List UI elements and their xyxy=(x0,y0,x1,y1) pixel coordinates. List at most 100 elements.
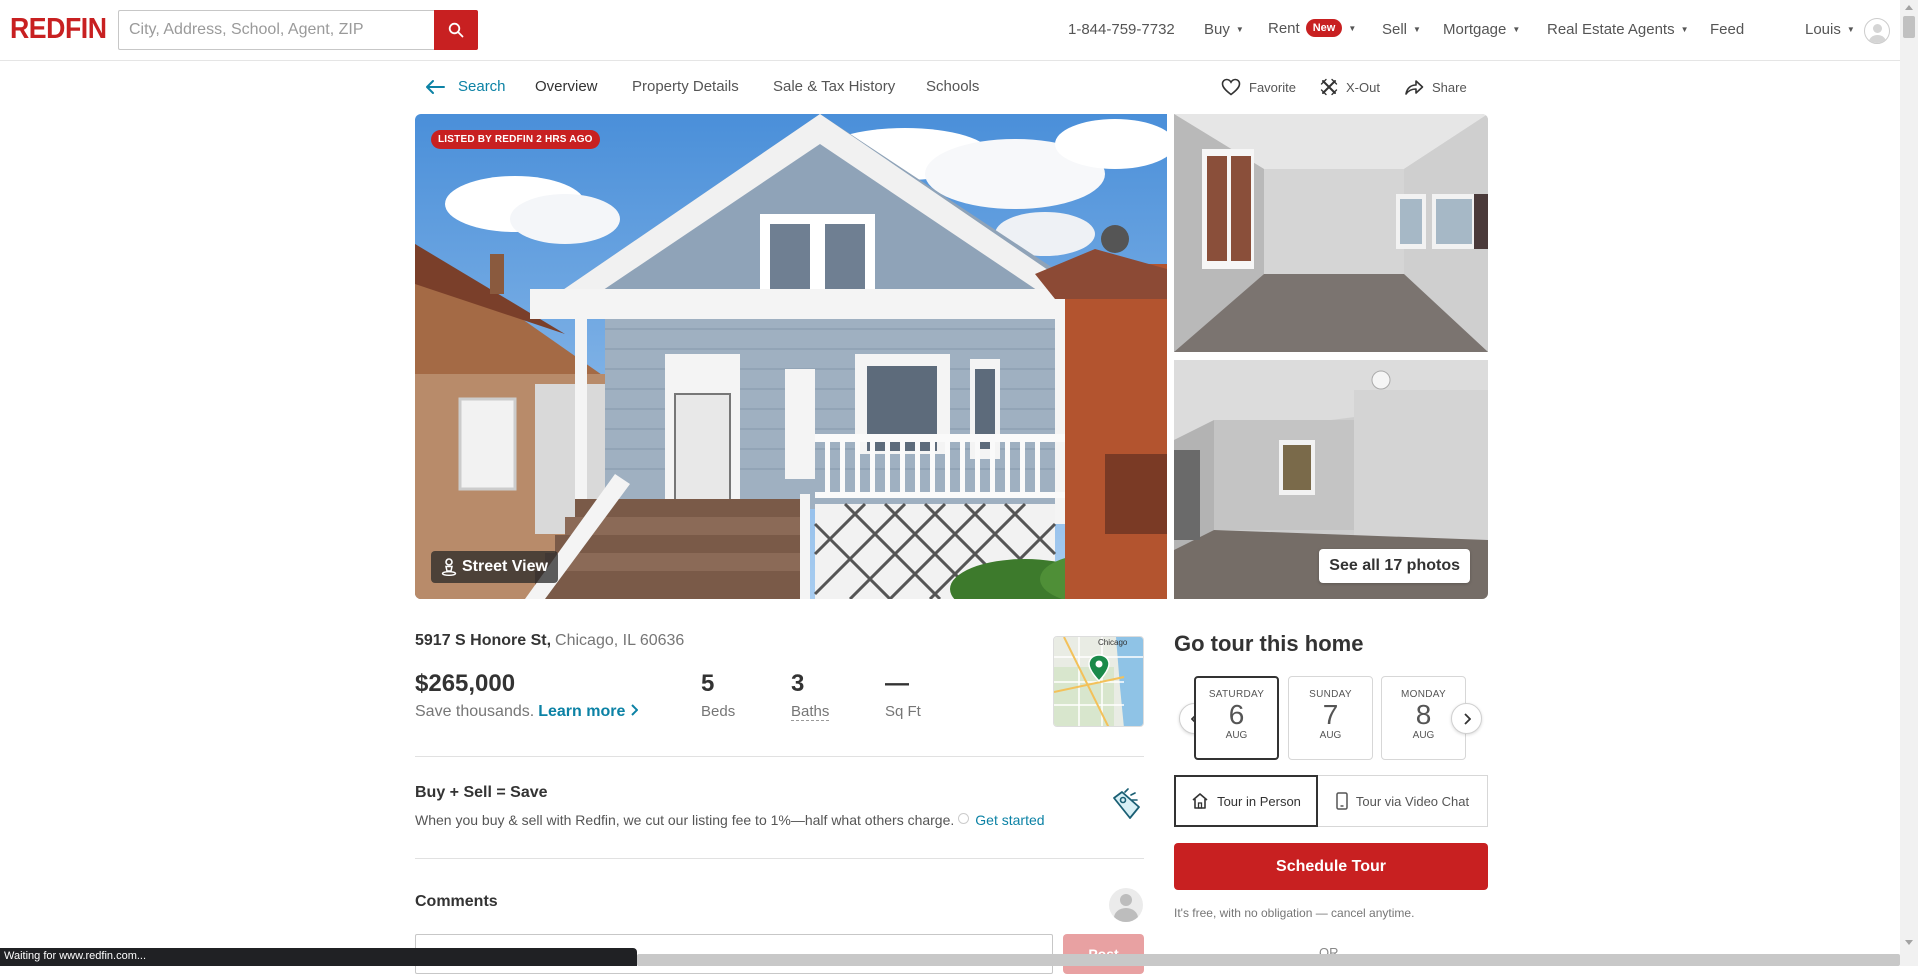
street-address: 5917 S Honore St, xyxy=(415,632,552,649)
top-header: REDFIN 1-844-759-7732 Buy ▼ Rent New ▼ Sell… xyxy=(0,0,1900,61)
x-out-icon xyxy=(1320,78,1338,96)
xout-button[interactable]: X-Out xyxy=(1320,78,1380,96)
user-name: Louis xyxy=(1805,21,1841,38)
search-button[interactable] xyxy=(434,10,478,50)
date-month: AUG xyxy=(1412,730,1435,741)
save-thousands-text: Save thousands. xyxy=(415,703,535,720)
sqft-label: Sq Ft xyxy=(885,703,921,720)
chevron-down-icon: ▼ xyxy=(1512,25,1521,34)
listed-by-redfin-badge: LISTED BY REDFIN 2 HRS AGO xyxy=(431,130,600,149)
search-box xyxy=(118,10,434,50)
dates-next-button[interactable] xyxy=(1451,703,1482,734)
save-thousands-line: Save thousands. Learn more xyxy=(415,703,639,721)
redfin-logo[interactable]: REDFIN xyxy=(10,13,107,46)
nav-mortgage-label: Mortgage xyxy=(1443,21,1507,38)
user-menu[interactable]: Louis ▼ xyxy=(1805,21,1855,38)
street-view-button[interactable]: Street View xyxy=(431,551,558,583)
learn-more-link[interactable]: Learn more xyxy=(538,703,639,720)
schedule-tour-button[interactable]: Schedule Tour xyxy=(1174,843,1488,890)
house-exterior-photo xyxy=(415,114,1167,599)
divider xyxy=(415,858,1144,859)
person-pin-icon xyxy=(441,558,457,576)
nav-agents[interactable]: Real Estate Agents ▼ xyxy=(1547,21,1689,38)
nav-feed[interactable]: Feed xyxy=(1710,21,1744,38)
sqft-value: — xyxy=(885,670,909,697)
xout-label: X-Out xyxy=(1346,79,1380,95)
map-thumbnail: Chicago xyxy=(1054,637,1143,726)
search-icon xyxy=(448,22,464,38)
property-address: 5917 S Honore St, Chicago, IL 60636 xyxy=(415,632,684,650)
buy-sell-save-text: When you buy & sell with Redfin, we cut … xyxy=(415,812,1045,828)
phone-icon xyxy=(1336,792,1348,810)
nav-sell-label: Sell xyxy=(1382,21,1408,38)
nav-agents-label: Real Estate Agents xyxy=(1547,21,1675,38)
scroll-up-icon[interactable] xyxy=(1905,5,1913,10)
street-view-label: Street View xyxy=(462,558,548,575)
share-label: Share xyxy=(1432,79,1467,95)
tour-disclaimer: It's free, with no obligation — cancel a… xyxy=(1174,906,1415,920)
nav-sell[interactable]: Sell ▼ xyxy=(1382,21,1421,38)
living-room-photo xyxy=(1174,114,1488,352)
price-tag-icon xyxy=(1113,788,1140,819)
promo-description: When you buy & sell with Redfin, we cut … xyxy=(415,812,955,828)
nav-mortgage[interactable]: Mortgage ▼ xyxy=(1443,21,1520,38)
vertical-scrollbar[interactable] xyxy=(1900,0,1918,966)
share-button[interactable]: Share xyxy=(1404,78,1467,96)
date-day: 6 xyxy=(1228,699,1245,730)
tour-video-chat-option[interactable]: Tour via Video Chat xyxy=(1317,775,1488,827)
date-month: AUG xyxy=(1319,730,1342,741)
favorite-button[interactable]: Favorite xyxy=(1221,78,1296,96)
phone-number[interactable]: 1-844-759-7732 xyxy=(1068,21,1175,38)
tour-title: Go tour this home xyxy=(1174,631,1364,656)
date-month: AUG xyxy=(1225,730,1248,741)
divider xyxy=(415,756,1144,757)
scroll-down-icon[interactable] xyxy=(1905,940,1913,945)
chevron-right-icon xyxy=(1463,712,1471,725)
back-search-label: Search xyxy=(458,78,506,95)
date-day: 7 xyxy=(1322,699,1339,730)
avatar[interactable] xyxy=(1864,18,1890,44)
tab-sale-tax-history[interactable]: Sale & Tax History xyxy=(773,78,895,95)
date-card-saturday[interactable]: SATURDAY 6 AUG xyxy=(1194,676,1279,760)
beds-value: 5 xyxy=(701,670,715,697)
see-all-photos-button[interactable]: See all 17 photos xyxy=(1319,549,1470,583)
baths-value: 3 xyxy=(791,670,805,697)
search-input[interactable] xyxy=(119,11,434,49)
tab-property-details[interactable]: Property Details xyxy=(632,78,739,95)
map-city-label: Chicago xyxy=(1098,638,1128,647)
house-icon xyxy=(1192,793,1208,809)
new-badge: New xyxy=(1305,19,1343,37)
listing-price: $265,000 xyxy=(415,670,516,697)
info-icon[interactable] xyxy=(958,813,970,824)
chevron-down-icon: ▼ xyxy=(1348,23,1357,33)
chevron-right-icon xyxy=(631,704,639,716)
baths-label[interactable]: Baths xyxy=(791,703,830,721)
nav-rent[interactable]: Rent New ▼ xyxy=(1268,19,1356,37)
interior-photo-2[interactable]: See all 17 photos xyxy=(1174,360,1488,599)
arrow-left-icon xyxy=(426,79,445,94)
back-to-search[interactable]: Search xyxy=(424,78,506,95)
nav-buy[interactable]: Buy ▼ xyxy=(1204,21,1244,38)
tour-in-person-option[interactable]: Tour in Person xyxy=(1174,775,1318,827)
scroll-thumb[interactable] xyxy=(1903,16,1915,38)
share-icon xyxy=(1405,80,1424,95)
heart-icon xyxy=(1221,78,1241,96)
chevron-down-icon: ▼ xyxy=(1846,25,1855,34)
favorite-label: Favorite xyxy=(1249,79,1296,95)
beds-label: Beds xyxy=(701,703,736,720)
commenter-avatar xyxy=(1109,888,1143,922)
tour-video-chat-label: Tour via Video Chat xyxy=(1355,793,1470,809)
chevron-down-icon: ▼ xyxy=(1680,25,1689,34)
interior-photo-1[interactable] xyxy=(1174,114,1488,352)
chevron-down-icon: ▼ xyxy=(1413,25,1421,34)
main-listing-photo[interactable]: LISTED BY REDFIN 2 HRS AGO Street View xyxy=(415,114,1167,599)
get-started-link[interactable]: Get started xyxy=(975,812,1044,828)
learn-more-label: Learn more xyxy=(538,703,626,720)
horizontal-scrollbar[interactable] xyxy=(637,954,1900,966)
mini-map[interactable]: Chicago xyxy=(1053,636,1144,727)
date-card-sunday[interactable]: SUNDAY 7 AUG xyxy=(1288,676,1373,760)
tab-overview[interactable]: Overview xyxy=(535,78,598,95)
tab-schools[interactable]: Schools xyxy=(926,78,979,95)
buy-sell-save-title: Buy + Sell = Save xyxy=(415,784,548,801)
city-state-zip: Chicago, IL 60636 xyxy=(555,632,685,649)
